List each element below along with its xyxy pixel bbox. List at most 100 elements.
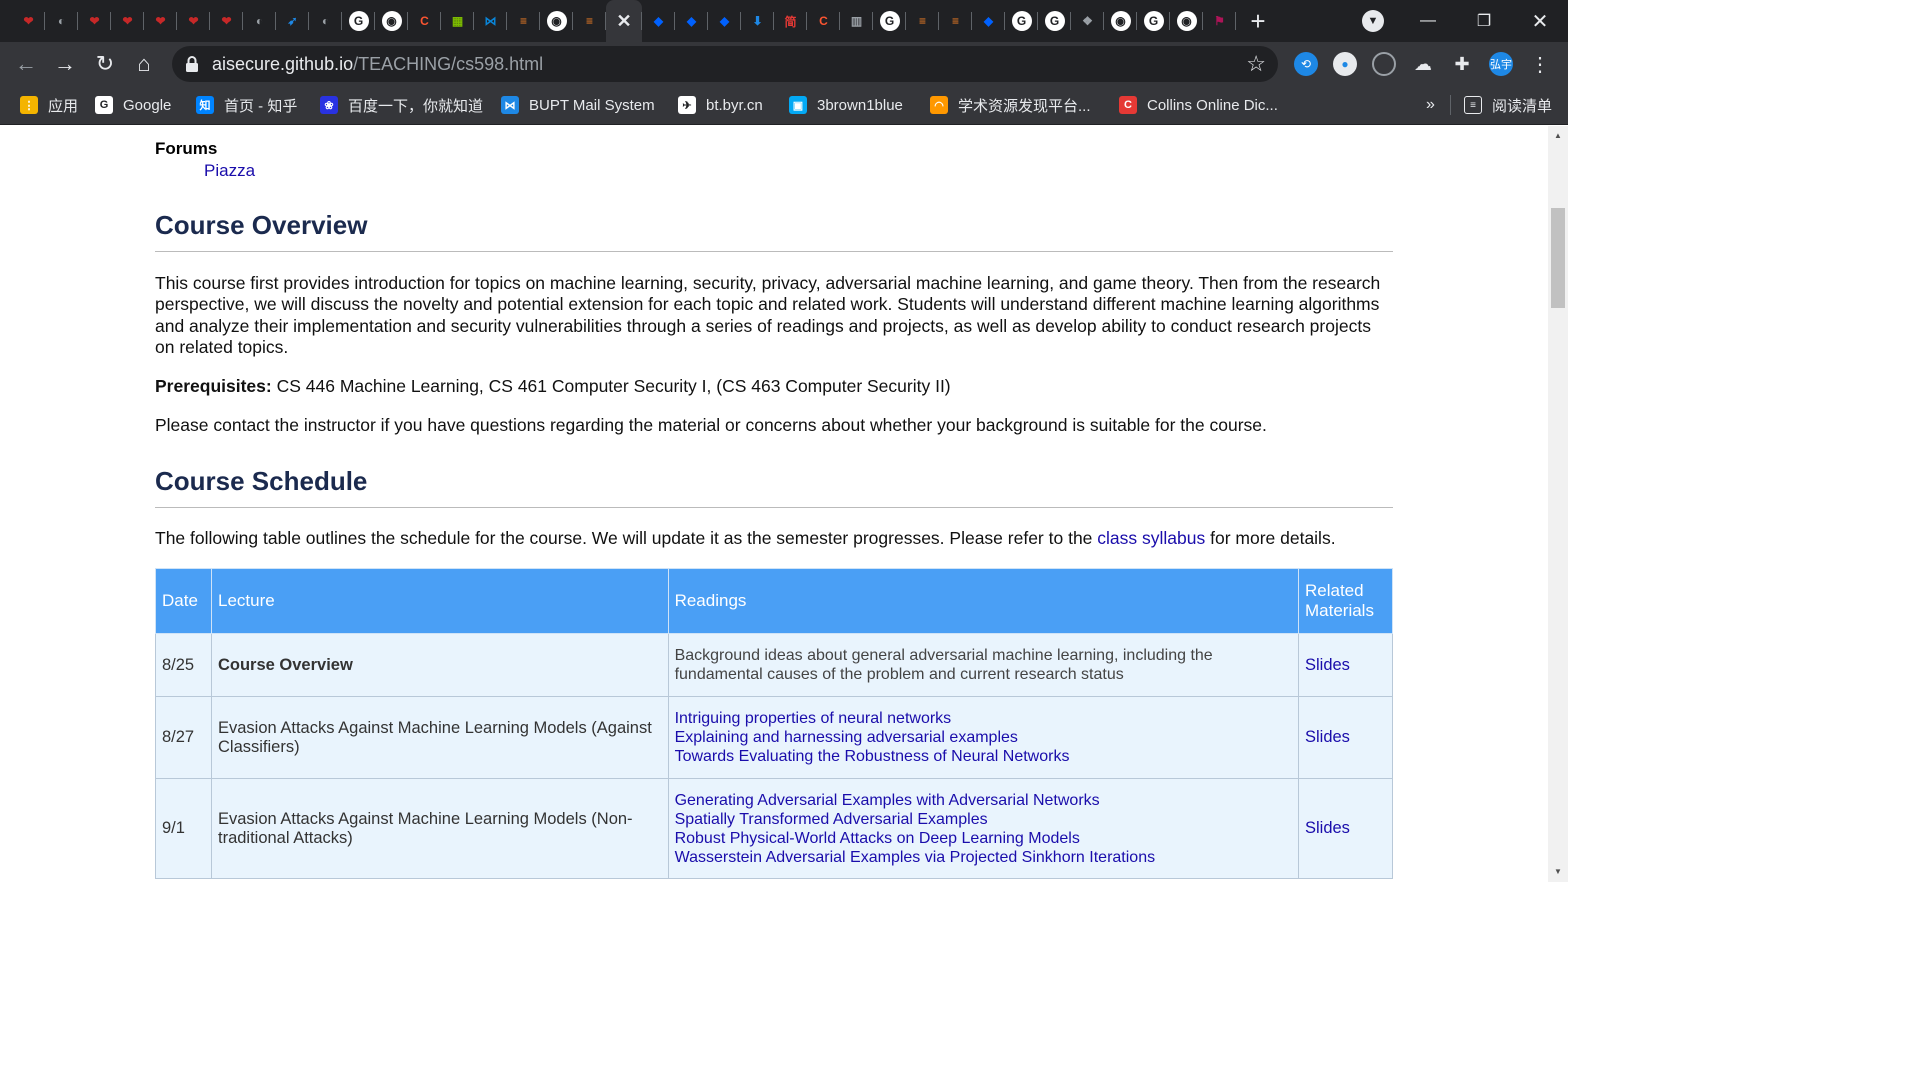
tab[interactable]: C [807, 0, 840, 42]
new-tab-button[interactable]: + [1236, 0, 1280, 42]
scroll-up-arrow[interactable]: ▲ [1548, 128, 1568, 144]
vertical-scrollbar[interactable]: ▲ ▼ [1548, 126, 1568, 882]
bookmark-item[interactable]: ✈ bt.byr.cn [678, 93, 763, 117]
puzzle-extensions-icon[interactable]: ✚ [1450, 52, 1474, 76]
circle-extension-icon[interactable]: ● [1333, 52, 1357, 76]
slides-link[interactable]: Slides [1305, 656, 1386, 675]
restore-button[interactable]: ❐ [1456, 0, 1512, 42]
tab[interactable]: ◉ [1104, 0, 1137, 42]
tab[interactable]: G [342, 0, 375, 42]
tab[interactable]: ⋈ [474, 0, 507, 42]
github-icon: ◉ [546, 11, 567, 31]
tab[interactable]: ❤ [177, 0, 210, 42]
bookmark-star-icon[interactable]: ☆ [1246, 51, 1266, 77]
tab[interactable]: G [873, 0, 906, 42]
bookmark-item[interactable]: ⋮ 应用 [20, 93, 78, 117]
microsoft-icon: ▦ [451, 14, 464, 28]
reading-link[interactable]: Explaining and harnessing adversarial ex… [675, 728, 1292, 747]
contact-paragraph: Please contact the instructor if you hav… [155, 415, 1267, 435]
reading-link[interactable]: Spatially Transformed Adversarial Exampl… [675, 810, 1292, 829]
more-bookmarks-button[interactable]: » [1426, 93, 1435, 117]
tab[interactable]: ◆ [675, 0, 708, 42]
tab[interactable]: ❤ [12, 0, 45, 42]
slides-link[interactable]: Slides [1305, 728, 1386, 747]
tab[interactable]: G [1137, 0, 1170, 42]
zhihu-icon: 知 [196, 96, 214, 114]
cell-date: 8/25 [155, 633, 212, 697]
piazza-link[interactable]: Piazza [204, 161, 255, 181]
url-text[interactable]: aisecure.github.io/TEACHING/cs598.html [212, 54, 543, 75]
tab[interactable]: ◐ [309, 0, 342, 42]
tab[interactable]: ◆ [642, 0, 675, 42]
tab[interactable]: ❤ [78, 0, 111, 42]
bookmark-item[interactable]: ◠ 学术资源发现平台... [930, 93, 1091, 117]
download-icon: ⬇ [752, 14, 763, 28]
bookmark-item[interactable]: ▣ 3brown1blue [789, 93, 903, 117]
tab[interactable]: ≡ [507, 0, 540, 42]
bookmark-item[interactable]: G Google [95, 93, 171, 117]
schedule-table-body: 8/25 Course Overview Background ideas abou… [155, 633, 1394, 879]
tab[interactable]: ▦ [441, 0, 474, 42]
cell-date: 8/27 [155, 696, 212, 779]
cell-readings: Generating Adversarial Examples with Adv… [667, 778, 1299, 879]
tab[interactable]: ❤ [210, 0, 243, 42]
reload-button[interactable]: ↻ [89, 48, 121, 80]
course-schedule-heading: Course Schedule [155, 466, 368, 496]
tab[interactable]: G [1038, 0, 1071, 42]
slides-link[interactable]: Slides [1305, 819, 1386, 838]
tab[interactable]: ➶ [276, 0, 309, 42]
tab[interactable]: ◉ [1170, 0, 1203, 42]
minimize-button[interactable]: — [1400, 0, 1456, 42]
tab-search-button[interactable]: ▼ [1345, 0, 1401, 42]
reading-link[interactable]: Intriguing properties of neural networks [675, 709, 1292, 728]
reading-link[interactable]: Towards Evaluating the Robustness of Neu… [675, 747, 1292, 766]
reading-list-label: 阅读清单 [1492, 97, 1553, 115]
forward-button[interactable]: → [49, 48, 81, 80]
reading-list-button[interactable]: ≡ 阅读清单 [1464, 93, 1552, 117]
tab[interactable]: ❤ [111, 0, 144, 42]
tab[interactable]: ◉ [375, 0, 408, 42]
tab[interactable]: C [408, 0, 441, 42]
tab[interactable]: ⚑ [1203, 0, 1236, 42]
close-window-button[interactable]: ✕ [1512, 0, 1568, 42]
reading-link[interactable]: Robust Physical-World Attacks on Deep Le… [675, 829, 1292, 848]
lock-icon[interactable] [184, 55, 200, 73]
page-viewport[interactable]: Forums Piazza Course Overview This cours… [0, 126, 1548, 882]
tab[interactable]: ◆ [972, 0, 1005, 42]
cloud-extension-icon[interactable]: ☁ [1411, 52, 1435, 76]
home-button[interactable]: ⌂ [128, 48, 160, 80]
tab-active[interactable]: ✕ [606, 0, 642, 42]
tab[interactable]: ⬇ [741, 0, 774, 42]
tab[interactable]: ≡ [573, 0, 606, 42]
prerequisites-paragraph: Prerequisites: CS 446 Machine Learning, … [155, 376, 1393, 397]
tab[interactable]: G [1005, 0, 1038, 42]
bookmark-item[interactable]: ❀ 百度一下，你就知道 [320, 93, 483, 117]
address-bar[interactable]: aisecure.github.io/TEACHING/cs598.html ☆ [172, 46, 1278, 82]
bookmark-label: 首页 - 知乎 [224, 97, 298, 115]
scrollbar-thumb[interactable] [1551, 208, 1565, 308]
tab[interactable]: ◐ [45, 0, 78, 42]
screen-extension-icon[interactable] [1372, 52, 1396, 76]
tab[interactable]: ≡ [939, 0, 972, 42]
scroll-down-arrow[interactable]: ▼ [1548, 864, 1568, 880]
back-button[interactable]: ← [10, 48, 42, 80]
tab[interactable]: ≡ [906, 0, 939, 42]
tab[interactable]: ❤ [144, 0, 177, 42]
tab[interactable]: ◆ [708, 0, 741, 42]
bookmark-item[interactable]: C Collins Online Dic... [1119, 93, 1278, 117]
history-extension-icon[interactable]: ⟲ [1294, 52, 1318, 76]
reading-link[interactable]: Wasserstein Adversarial Examples via Pro… [675, 848, 1292, 867]
tab[interactable]: 简 [774, 0, 807, 42]
reading-link[interactable]: Generating Adversarial Examples with Adv… [675, 791, 1292, 810]
tab[interactable]: ◉ [540, 0, 573, 42]
profile-avatar[interactable]: 弘宇 [1489, 52, 1513, 76]
menu-kebab-icon[interactable]: ⋮ [1528, 52, 1552, 76]
class-syllabus-link[interactable]: class syllabus [1097, 528, 1205, 548]
tab[interactable]: ▥ [840, 0, 873, 42]
tab[interactable]: ◐ [243, 0, 276, 42]
bookmark-item[interactable]: 知首页 - 知乎 [196, 93, 297, 117]
tab[interactable]: ❖ [1071, 0, 1104, 42]
browser-toolbar: ← → ↻ ⌂ aisecure.github.io/TEACHING/cs59… [0, 42, 1568, 85]
close-icon[interactable]: ✕ [614, 11, 634, 31]
bookmark-item[interactable]: ⋈ BUPT Mail System [501, 93, 655, 117]
